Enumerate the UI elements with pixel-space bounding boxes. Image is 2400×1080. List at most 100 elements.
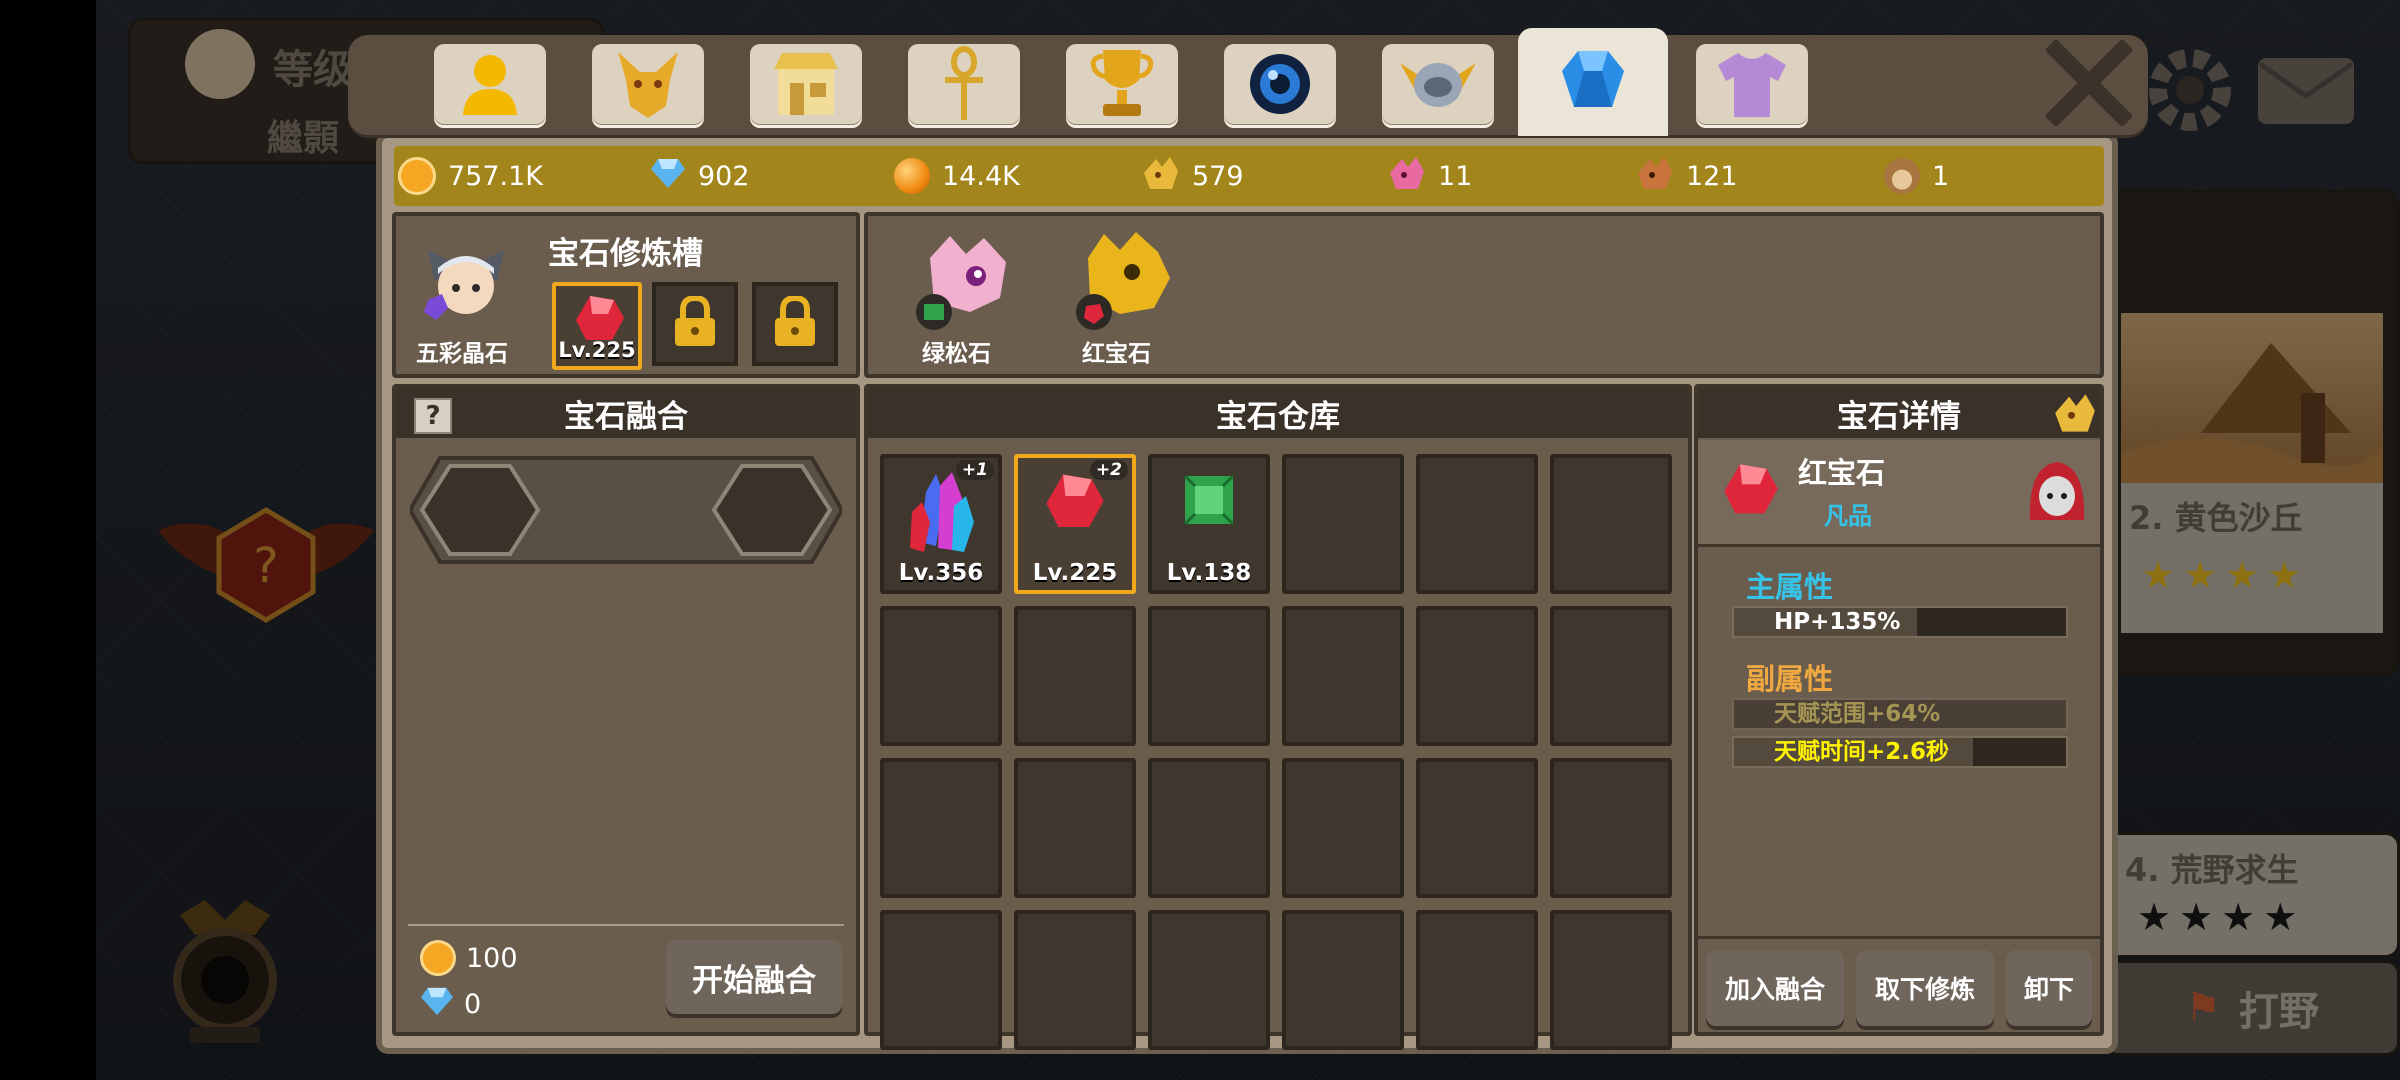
fusion-gold-cost: 100 <box>420 940 518 976</box>
diamond-cost-value: 0 <box>464 989 482 1020</box>
unequip-button[interactable]: 卸下 <box>2006 950 2092 1026</box>
trophy-icon <box>1087 46 1157 126</box>
resource-brown-dragon: 121 <box>1636 146 1738 206</box>
add-fusion-button[interactable]: 加入融合 <box>1706 950 1844 1026</box>
gold-coin-icon <box>398 157 436 195</box>
warehouse-slot[interactable] <box>1282 910 1404 1050</box>
warehouse-slot[interactable] <box>1416 454 1538 594</box>
gold-value: 757.1K <box>448 160 544 192</box>
pet-label-turquoise: 绿松石 <box>922 341 991 367</box>
gem-name: 红宝石 <box>1798 456 1886 490</box>
warehouse-slot[interactable] <box>1014 606 1136 746</box>
warehouse-slot[interactable] <box>1148 910 1270 1050</box>
resource-monkey: 1 <box>1884 146 1949 206</box>
detail-header: 红宝石 凡品 <box>1698 440 2100 544</box>
main-attr-title: 主属性 <box>1746 570 1834 604</box>
gem-detail-panel: 宝石详情 红宝石 凡品 主属性 HP+135% 副属性 天赋范围+64% 天赋时… <box>1694 384 2104 1036</box>
refine-slot-ruby[interactable]: Lv.225 <box>552 282 642 370</box>
tab-orb[interactable] <box>1224 44 1336 128</box>
resource-orb: 14.4K <box>894 146 1020 206</box>
divider <box>1698 936 2100 939</box>
gold-cost-value: 100 <box>466 942 518 974</box>
tab-dragon[interactable] <box>592 44 704 128</box>
locked-slot[interactable] <box>752 282 838 366</box>
warehouse-slot[interactable] <box>1416 910 1538 1050</box>
brown-dragon-icon <box>1636 155 1674 198</box>
refine-title: 宝石修炼槽 <box>548 236 703 272</box>
sub-attr-value: 天赋范围+64% <box>1774 701 1941 727</box>
diamond-icon <box>420 986 454 1023</box>
tab-hero[interactable] <box>434 44 546 128</box>
ruby-icon <box>1722 462 1780 522</box>
warehouse-slot[interactable]: +1 Lv.356 <box>880 454 1002 594</box>
fusion-slot-right <box>711 464 833 556</box>
ruby-icon <box>1044 472 1106 536</box>
yellow-dragon-pet[interactable] <box>1070 228 1180 338</box>
warehouse-slot[interactable] <box>880 758 1002 898</box>
tab-gem[interactable] <box>1518 28 1668 136</box>
warehouse-slot[interactable]: Lv.138 <box>1148 454 1270 594</box>
pink-dragon-value: 11 <box>1438 160 1473 192</box>
warehouse-slot[interactable] <box>1282 758 1404 898</box>
dragon-head-icon <box>610 46 686 126</box>
shirt-icon <box>1714 49 1790 123</box>
main-attr-value: HP+135% <box>1774 609 1901 635</box>
divider <box>408 924 844 926</box>
yellow-dragon-icon <box>2052 392 2098 434</box>
warehouse-slot[interactable] <box>1148 606 1270 746</box>
monkey-face-icon <box>1884 158 1920 194</box>
gem-icon <box>1558 45 1628 119</box>
fusion-diamond-cost: 0 <box>420 986 481 1023</box>
winged-helmet-icon <box>1398 49 1478 123</box>
diamond-value: 902 <box>698 160 750 192</box>
fusion-title: 宝石融合 <box>396 388 856 438</box>
tab-shirt[interactable] <box>1696 44 1808 128</box>
hero-gem-label: 五彩晶石 <box>416 341 508 367</box>
locked-slot[interactable] <box>652 282 738 366</box>
gem-level: Lv.225 <box>1032 560 1118 586</box>
sub-attr-bar: 天赋时间+2.6秒 <box>1732 736 2068 768</box>
remove-refine-button[interactable]: 取下修炼 <box>1856 950 1994 1026</box>
fusion-slot-left <box>419 464 541 556</box>
tab-wings[interactable] <box>1382 44 1494 128</box>
warehouse-slot[interactable] <box>1416 606 1538 746</box>
crystal-cluster-icon <box>906 472 976 560</box>
warehouse-slot[interactable] <box>1416 758 1538 898</box>
help-button[interactable]: ? <box>414 398 452 434</box>
warehouse-slot[interactable] <box>880 606 1002 746</box>
hooded-girl-avatar <box>2024 456 2090 530</box>
warehouse-slot[interactable] <box>1550 606 1672 746</box>
warehouse-slot[interactable] <box>1148 758 1270 898</box>
tab-trophy[interactable] <box>1066 44 1178 128</box>
warehouse-slot[interactable] <box>1014 758 1136 898</box>
warehouse-slot[interactable] <box>1550 758 1672 898</box>
warehouse-grid: +1 Lv.356 +2 Lv.225 Lv.138 <box>880 454 1680 1050</box>
lock-icon <box>673 294 717 352</box>
yellow-dragon-value: 579 <box>1192 160 1244 192</box>
enhance-badge: +1 <box>955 460 994 480</box>
warehouse-panel: 宝石仓库 +1 Lv.356 +2 Lv.225 Lv.138 <box>864 384 1692 1050</box>
gem-grade: 凡品 <box>1824 502 1872 530</box>
warehouse-slot[interactable] <box>1282 454 1404 594</box>
warehouse-slot[interactable] <box>1282 606 1404 746</box>
close-icon[interactable] <box>2044 38 2134 128</box>
pink-dragon-icon <box>1388 155 1426 198</box>
orange-orb-icon <box>894 158 930 194</box>
diamond-icon <box>650 157 686 196</box>
tab-ankh[interactable] <box>908 44 1020 128</box>
hero-avatar[interactable] <box>418 230 514 326</box>
warehouse-slot[interactable] <box>1014 910 1136 1050</box>
warehouse-slot[interactable] <box>1550 910 1672 1050</box>
hero-icon <box>455 49 525 123</box>
lock-icon <box>773 294 817 352</box>
warehouse-slot[interactable] <box>880 910 1002 1050</box>
gem-level: Lv.138 <box>1166 560 1252 586</box>
resource-diamond: 902 <box>650 146 750 206</box>
resource-pink-dragon: 11 <box>1388 146 1472 206</box>
resource-gold: 757.1K <box>398 146 543 206</box>
warehouse-slot[interactable] <box>1550 454 1672 594</box>
tab-shop[interactable] <box>750 44 862 128</box>
warehouse-slot[interactable]: +2 Lv.225 <box>1014 454 1136 594</box>
start-fusion-button[interactable]: 开始融合 <box>666 940 842 1014</box>
pink-dragon-pet[interactable] <box>910 228 1020 338</box>
